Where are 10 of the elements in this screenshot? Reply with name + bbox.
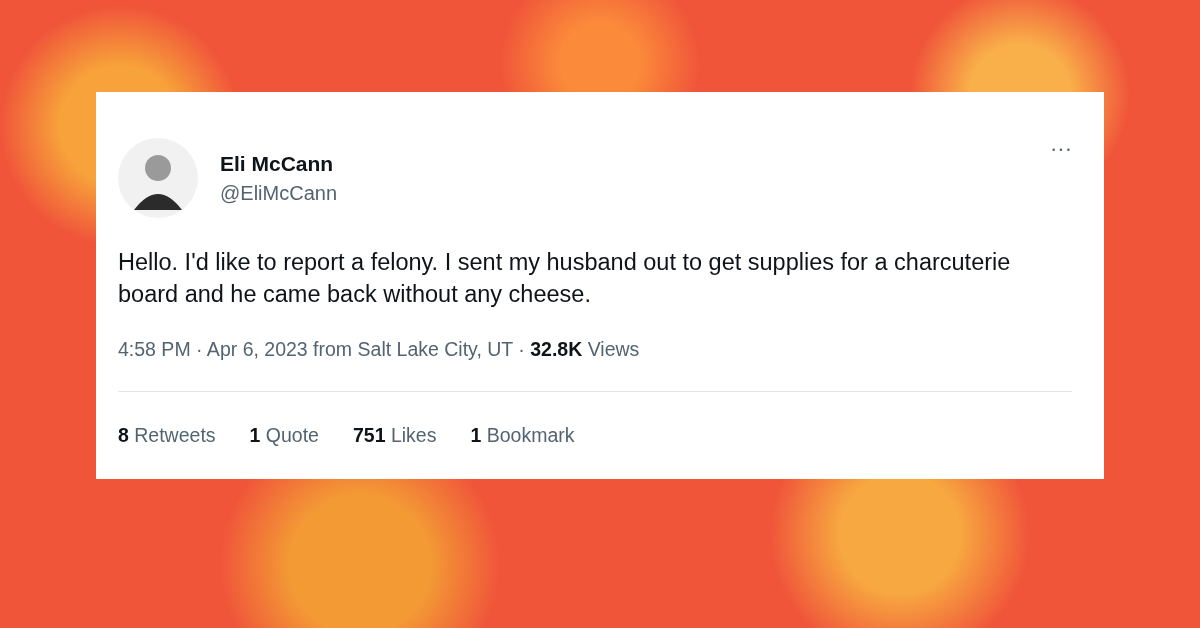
tweet-text: Hello. I'd like to report a felony. I sent my husband out to get supplies for a charcuterie board and he came back without any cheese. [118,248,1012,309]
more-options-button[interactable]: ··· [1040,136,1082,162]
author-name[interactable]: Eli McCann [220,151,1018,176]
avatar-icon [118,138,198,218]
stat-link[interactable]: 1 Bookmark [470,424,575,447]
tweet-meta: 4:58 PM · Apr 6, 2023 from Salt Lake City, UT · 32.8K Views [118,338,641,361]
stat-link[interactable]: 8 Retweets [118,424,216,447]
stat-link[interactable]: 1 Quote [249,424,319,447]
author-handle[interactable]: @EliMcCann [220,181,1018,205]
stat-link[interactable]: 751 Likes [352,424,437,447]
